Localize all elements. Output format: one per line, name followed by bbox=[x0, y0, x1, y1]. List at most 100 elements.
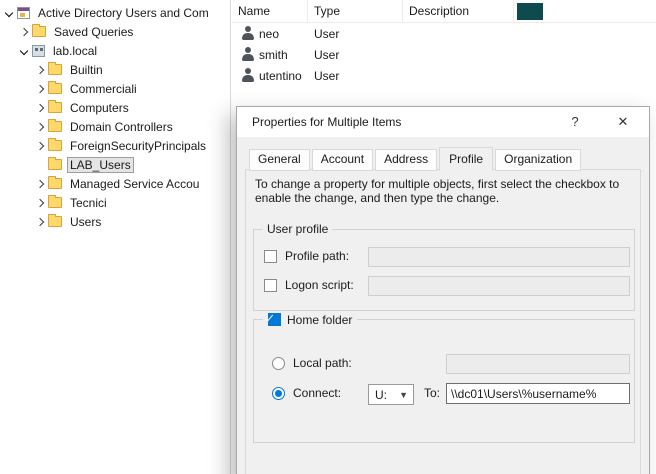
folder-icon bbox=[48, 216, 62, 227]
dialog-titlebar[interactable]: Properties for Multiple Items ? ✕ bbox=[237, 107, 649, 137]
tree-item-managed-service-accounts[interactable]: Managed Service Accou bbox=[0, 174, 230, 193]
home-folder-label[interactable]: Home folder bbox=[287, 313, 352, 327]
tree-item-label: Active Directory Users and Com bbox=[35, 5, 212, 21]
intro-text: To change a property for multiple object… bbox=[255, 177, 633, 205]
tree-item-foreign-security-principals[interactable]: ForeignSecurityPrincipals bbox=[0, 136, 230, 155]
user-profile-group-label: User profile bbox=[263, 222, 332, 236]
list-item-utentino[interactable]: utentino User bbox=[232, 65, 656, 86]
close-button[interactable]: ✕ bbox=[607, 107, 639, 136]
to-label: To: bbox=[424, 387, 440, 400]
local-path-radio[interactable] bbox=[272, 357, 285, 370]
column-header-type[interactable]: Type bbox=[308, 0, 403, 22]
chevron-down-icon[interactable] bbox=[17, 44, 31, 58]
tree-item-commerciali[interactable]: Commerciali bbox=[0, 79, 230, 98]
tab-profile[interactable]: Profile bbox=[439, 147, 493, 171]
user-name: utentino bbox=[259, 69, 302, 83]
local-path-label[interactable]: Local path: bbox=[293, 357, 352, 370]
aduc-window: Active Directory Users and Com Saved Que… bbox=[0, 0, 656, 474]
user-name: neo bbox=[259, 27, 279, 41]
chevron-down-icon: ▼ bbox=[399, 390, 413, 400]
properties-dialog: Properties for Multiple Items ? ✕ Genera… bbox=[236, 106, 650, 474]
tree-item-lab-users[interactable]: LAB_Users bbox=[0, 155, 230, 174]
tree-item-label: lab.local bbox=[50, 43, 100, 59]
user-type: User bbox=[314, 69, 339, 83]
home-folder-checkbox[interactable] bbox=[268, 313, 281, 326]
profile-path-label[interactable]: Profile path: bbox=[285, 250, 349, 263]
console-tree-pane: Active Directory Users and Com Saved Que… bbox=[0, 0, 231, 474]
folder-icon bbox=[32, 26, 46, 37]
tree-item-tecnici[interactable]: Tecnici bbox=[0, 193, 230, 212]
tree-item-domain-controllers[interactable]: Domain Controllers bbox=[0, 117, 230, 136]
tab-organization[interactable]: Organization bbox=[495, 149, 581, 171]
user-type: User bbox=[314, 48, 339, 62]
tree-item-lab-local[interactable]: lab.local bbox=[0, 41, 230, 60]
user-profile-group: User profile Profile path: Logon script: bbox=[253, 229, 635, 311]
chevron-right-icon[interactable] bbox=[33, 101, 47, 115]
chevron-right-icon[interactable] bbox=[33, 82, 47, 96]
folder-icon bbox=[48, 102, 62, 113]
tree-item-label-selected: LAB_Users bbox=[67, 157, 134, 173]
home-folder-group: Home folder Local path: Connect: U: ▼ To… bbox=[253, 319, 635, 443]
connect-label[interactable]: Connect: bbox=[293, 387, 341, 400]
tree-item-builtin[interactable]: Builtin bbox=[0, 60, 230, 79]
chevron-right-icon[interactable] bbox=[33, 139, 47, 153]
tree-item-computers[interactable]: Computers bbox=[0, 98, 230, 117]
tab-account[interactable]: Account bbox=[312, 149, 373, 171]
tree-item-label: Tecnici bbox=[67, 195, 110, 211]
tree-item-label: Commerciali bbox=[67, 81, 140, 97]
chevron-right-icon[interactable] bbox=[33, 63, 47, 77]
chevron-right-icon[interactable] bbox=[33, 196, 47, 210]
dialog-title: Properties for Multiple Items bbox=[252, 107, 401, 137]
folder-icon bbox=[48, 121, 62, 132]
drive-letter-dropdown[interactable]: U: ▼ bbox=[368, 384, 414, 405]
user-type: User bbox=[314, 27, 339, 41]
user-name: smith bbox=[259, 48, 288, 62]
tree-item-saved-queries[interactable]: Saved Queries bbox=[0, 22, 230, 41]
chevron-right-icon[interactable] bbox=[33, 215, 47, 229]
home-folder-legend: Home folder bbox=[263, 312, 357, 327]
list-item-neo[interactable]: neo User bbox=[232, 23, 656, 44]
folder-icon bbox=[48, 83, 62, 94]
user-icon bbox=[241, 26, 255, 41]
folder-icon bbox=[48, 159, 62, 170]
tree-item-root[interactable]: Active Directory Users and Com bbox=[0, 3, 230, 22]
folder-icon bbox=[48, 178, 62, 189]
profile-path-checkbox[interactable] bbox=[264, 250, 277, 263]
logon-script-checkbox[interactable] bbox=[264, 279, 277, 292]
home-folder-path-input[interactable] bbox=[446, 383, 630, 404]
user-icon bbox=[241, 47, 255, 62]
chevron-right-icon[interactable] bbox=[33, 177, 47, 191]
profile-path-input bbox=[368, 247, 630, 267]
tree-item-label: Managed Service Accou bbox=[67, 176, 202, 192]
list-item-smith[interactable]: smith User bbox=[232, 44, 656, 65]
domain-icon bbox=[32, 45, 45, 57]
user-icon bbox=[241, 68, 255, 83]
tree-item-label: Users bbox=[67, 214, 104, 230]
drive-letter-value: U: bbox=[375, 388, 387, 402]
tree-item-users[interactable]: Users bbox=[0, 212, 230, 231]
logon-script-label[interactable]: Logon script: bbox=[285, 279, 354, 292]
column-header-description[interactable]: Description bbox=[403, 0, 514, 22]
tree-item-label: Domain Controllers bbox=[67, 119, 176, 135]
list-header: Name Type Description bbox=[232, 0, 656, 23]
column-header-name[interactable]: Name bbox=[232, 0, 308, 22]
folder-icon bbox=[48, 64, 62, 75]
tree-item-label: ForeignSecurityPrincipals bbox=[67, 138, 209, 154]
tree-item-label: Builtin bbox=[67, 62, 106, 78]
console-root-icon bbox=[17, 7, 30, 19]
header-dark-artifact bbox=[517, 3, 543, 20]
chevron-right-icon[interactable] bbox=[33, 120, 47, 134]
connect-radio[interactable] bbox=[272, 387, 285, 400]
chevron-placeholder bbox=[33, 158, 47, 172]
chevron-right-icon[interactable] bbox=[17, 25, 31, 39]
logon-script-input bbox=[368, 276, 630, 296]
tree-item-label: Saved Queries bbox=[51, 24, 136, 40]
chevron-down-icon[interactable] bbox=[2, 6, 16, 20]
tab-strip: General Account Address Profile Organiza… bbox=[249, 149, 583, 171]
tab-general[interactable]: General bbox=[249, 149, 310, 171]
tree-item-label: Computers bbox=[67, 100, 132, 116]
tab-address[interactable]: Address bbox=[375, 149, 437, 171]
help-button[interactable]: ? bbox=[559, 107, 591, 136]
folder-icon bbox=[48, 197, 62, 208]
folder-icon bbox=[48, 140, 62, 151]
